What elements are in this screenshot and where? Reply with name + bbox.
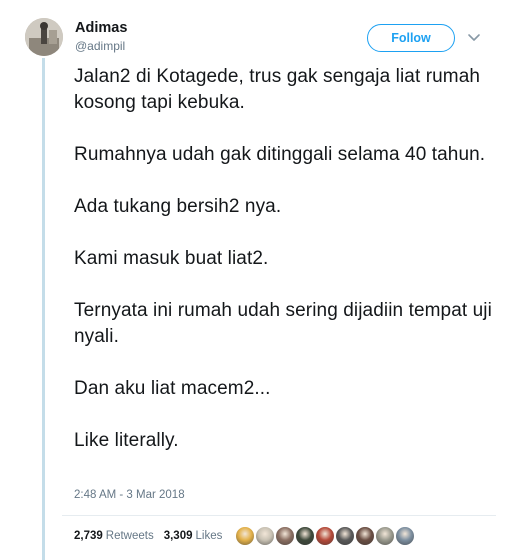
tweet-paragraph: Like literally. (74, 430, 179, 451)
chevron-down-icon[interactable] (467, 32, 481, 44)
tweet-paragraph: Jalan2 di Kotagede, trus gak sengaja lia… (74, 66, 481, 113)
retweets-label: Retweets (105, 530, 154, 542)
tweet-timestamp[interactable]: 2:48 AM - 3 Mar 2018 (74, 489, 185, 501)
follow-button[interactable]: Follow (367, 24, 455, 52)
tweet-paragraph: Ternyata ini rumah udah sering dijadiin … (74, 300, 492, 347)
thread-line (42, 58, 45, 560)
liker-avatar-icon[interactable] (314, 525, 336, 547)
author-name[interactable]: Adimas (75, 20, 127, 36)
liker-avatar-icon[interactable] (274, 525, 296, 547)
tweet-stats: 2,739 Retweets 3,309 Likes (74, 530, 222, 542)
liker-avatar-icon[interactable] (354, 525, 376, 547)
liker-avatar-icon[interactable] (334, 525, 356, 547)
liker-avatar-icon[interactable] (394, 525, 416, 547)
author-avatar[interactable] (25, 18, 63, 56)
tweet-paragraph: Kami masuk buat liat2. (74, 248, 269, 269)
divider (62, 515, 496, 516)
liker-avatar-icon[interactable] (374, 525, 396, 547)
tweet-paragraph: Dan aku liat macem2... (74, 378, 271, 399)
liker-avatar-icon[interactable] (294, 525, 316, 547)
likers-avatars (234, 525, 416, 547)
likes-stat[interactable]: 3,309 Likes (164, 530, 223, 542)
avatar-photo-icon (25, 18, 63, 56)
author-handle[interactable]: @adimpil (75, 39, 125, 53)
liker-avatar-icon[interactable] (254, 525, 276, 547)
tweet-paragraph: Ada tukang bersih2 nya. (74, 196, 282, 217)
tweet-card: Adimas @adimpil Follow Jalan2 di Kotaged… (0, 0, 506, 560)
retweets-stat[interactable]: 2,739 Retweets (74, 530, 154, 542)
likes-count: 3,309 (163, 530, 193, 542)
tweet-text: Jalan2 di Kotagede, trus gak sengaja lia… (74, 64, 494, 454)
retweets-count: 2,739 (74, 530, 103, 542)
tweet-paragraph: Rumahnya udah gak ditinggali selama 40 t… (74, 144, 486, 165)
likes-label: Likes (195, 530, 223, 542)
liker-avatar-icon[interactable] (234, 525, 256, 547)
